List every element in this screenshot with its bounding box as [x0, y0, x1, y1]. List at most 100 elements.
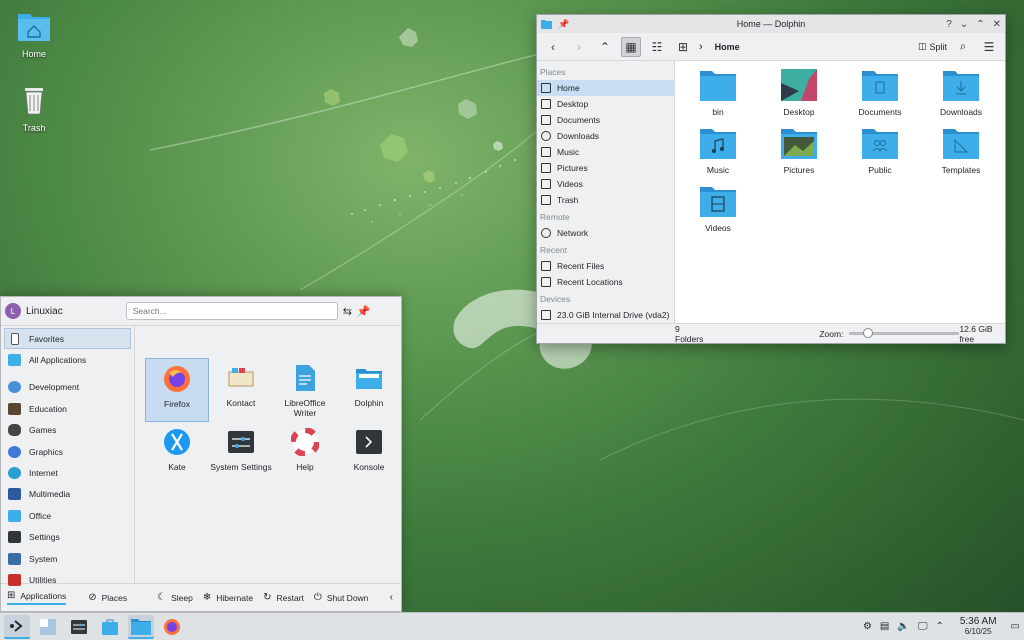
zoom-label: Zoom:: [819, 328, 844, 339]
tray-settings-icon[interactable]: ⚙: [863, 621, 872, 632]
help-button[interactable]: ?: [946, 19, 952, 30]
folder-templates[interactable]: Templates: [926, 127, 996, 175]
taskbar-settings[interactable]: [66, 615, 92, 639]
minimize-button[interactable]: ⌄: [960, 19, 968, 30]
forward-button[interactable]: ›: [569, 37, 589, 57]
desktop-home-icon[interactable]: Home: [4, 8, 64, 59]
restart-button[interactable]: ↻ Restart: [263, 592, 304, 603]
folder-label: bin: [712, 107, 724, 117]
places-heading: Places: [540, 67, 566, 77]
pin-icon[interactable]: 📌: [357, 305, 371, 318]
split-button[interactable]: ◫ Split: [918, 41, 947, 52]
places-item-recent-locations[interactable]: Recent Locations: [537, 274, 674, 290]
folder-icon: [700, 71, 736, 101]
shutdown-button[interactable]: ⏻ Shut Down: [314, 592, 369, 603]
app-help[interactable]: Help: [273, 422, 337, 472]
clock-time: 5:36 AM: [959, 615, 997, 627]
zoom-slider[interactable]: [849, 328, 960, 338]
folder-pictures[interactable]: Pictures: [764, 127, 834, 175]
pager-button[interactable]: [35, 615, 61, 639]
places-item-desktop[interactable]: Desktop: [537, 96, 674, 112]
development-icon: [8, 381, 21, 394]
details-view-button[interactable]: ⊞: [673, 37, 693, 57]
tab-applications[interactable]: ⊞ Applications: [7, 590, 67, 605]
category-games[interactable]: Games: [4, 420, 131, 441]
tab-places[interactable]: ⊘ Places: [88, 592, 127, 603]
category-internet[interactable]: Internet: [4, 462, 131, 483]
icons-view-button[interactable]: ▦: [621, 36, 641, 57]
folder-desktop[interactable]: Desktop: [764, 69, 834, 117]
category-office[interactable]: Office: [4, 505, 131, 526]
grid-icon: ⊞: [7, 590, 16, 601]
app-system-settings[interactable]: System Settings: [209, 422, 273, 472]
places-item-pictures[interactable]: Pictures: [537, 160, 674, 176]
app-dolphin[interactable]: Dolphin: [337, 358, 401, 408]
volume-icon[interactable]: 🔈: [897, 621, 909, 632]
launcher-icon: [10, 619, 23, 632]
category-development[interactable]: Development: [4, 377, 131, 398]
app-kontact[interactable]: Kontact: [209, 358, 273, 408]
folder-documents[interactable]: Documents: [845, 69, 915, 117]
folder-label: Public: [868, 165, 892, 175]
back-button[interactable]: ‹: [543, 37, 563, 57]
taskbar-dolphin[interactable]: [128, 614, 154, 639]
hibernate-button[interactable]: ❄ Hibernate: [203, 592, 253, 603]
taskbar-discover[interactable]: [97, 615, 123, 639]
places-item-videos[interactable]: Videos: [537, 176, 674, 192]
app-konsole[interactable]: Konsole: [337, 422, 401, 472]
category-multimedia[interactable]: Multimedia: [4, 484, 131, 505]
avatar[interactable]: L: [5, 303, 21, 319]
configure-icon[interactable]: ⇆: [343, 305, 352, 318]
sleep-button[interactable]: ☾ Sleep: [157, 592, 193, 603]
app-kate[interactable]: Kate: [145, 422, 209, 472]
places-item-trash[interactable]: Trash: [537, 192, 674, 208]
category-settings[interactable]: Settings: [4, 527, 131, 548]
file-view[interactable]: bin Desktop Documents Downloads Music Pi…: [675, 61, 1005, 323]
app-firefox[interactable]: Firefox: [145, 358, 209, 422]
category-favorites[interactable]: Favorites: [4, 328, 131, 350]
taskbar-firefox[interactable]: [159, 615, 185, 639]
places-item-drive[interactable]: 23.0 GiB Internal Drive (vda2): [537, 307, 674, 323]
tab-label: Applications: [20, 590, 67, 601]
search-input[interactable]: [125, 302, 338, 320]
category-system[interactable]: System: [4, 548, 131, 569]
places-item-documents[interactable]: Documents: [537, 112, 674, 128]
category-utilities[interactable]: Utilities: [4, 569, 131, 590]
desktop-trash-icon[interactable]: Trash: [4, 82, 64, 133]
more-button[interactable]: ‹: [390, 592, 395, 603]
search-button[interactable]: ⌕: [953, 37, 973, 57]
category-all-applications[interactable]: All Applications: [4, 349, 131, 370]
folder-bin[interactable]: bin: [683, 69, 753, 117]
places-item-downloads[interactable]: Downloads: [537, 128, 674, 144]
maximize-button[interactable]: ⌃: [976, 19, 984, 30]
places-item-music[interactable]: Music: [537, 144, 674, 160]
places-item-home[interactable]: Home: [537, 80, 674, 96]
network-icon[interactable]: 🖵: [918, 621, 928, 632]
show-desktop-icon[interactable]: ▭: [1011, 621, 1020, 632]
close-button[interactable]: ✕: [993, 19, 1001, 30]
compact-view-button[interactable]: ☷: [647, 37, 667, 57]
tray-expand-icon[interactable]: ⌃: [935, 621, 943, 632]
places-item-network[interactable]: Network: [537, 225, 674, 241]
category-education[interactable]: Education: [4, 398, 131, 419]
folder-public[interactable]: Public: [845, 127, 915, 175]
digital-clock[interactable]: 5:36 AM 6/10/25: [959, 615, 997, 637]
category-graphics[interactable]: Graphics: [4, 441, 131, 462]
tab-label: Places: [101, 592, 128, 603]
folder-music[interactable]: Music: [683, 127, 753, 175]
app-libreoffice-writer[interactable]: LibreOffice Writer: [273, 358, 337, 418]
desktop-icon: [541, 99, 551, 109]
dolphin-titlebar[interactable]: 📌 Home — Dolphin ? ⌄ ⌃ ✕: [537, 15, 1005, 33]
app-label: Kate: [168, 462, 186, 472]
up-button[interactable]: ⌃: [595, 37, 615, 57]
place-label: Downloads: [557, 131, 600, 141]
compass-icon: ⊘: [88, 592, 97, 603]
zoom-slider-handle[interactable]: [863, 328, 874, 338]
places-item-recent-files[interactable]: Recent Files: [537, 258, 674, 274]
clipboard-icon[interactable]: ▤: [880, 621, 889, 632]
folder-downloads[interactable]: Downloads: [926, 69, 996, 117]
folder-videos[interactable]: Videos: [683, 185, 753, 233]
breadcrumb[interactable]: Home: [715, 42, 740, 52]
application-launcher-button[interactable]: [4, 614, 30, 639]
menu-button[interactable]: ☰: [979, 37, 999, 57]
